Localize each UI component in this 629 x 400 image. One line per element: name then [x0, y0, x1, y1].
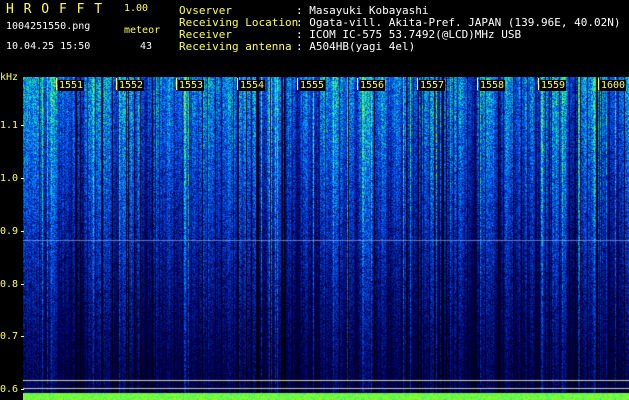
file-name: 1004251550.png	[6, 21, 91, 32]
x-tick-label: 1552	[118, 80, 145, 91]
value-receiver: : ICOM IC-575 53.7492(@LCD)MHz USB	[296, 28, 522, 41]
x-tick-mark	[477, 78, 478, 90]
header-panel: H R O F F T 1.00 1004251550.png 10.04.25…	[0, 0, 629, 78]
x-tick-mark	[357, 78, 358, 90]
app-title: H R O F F T	[6, 2, 104, 17]
spectrogram-plot	[23, 77, 629, 400]
value-observer: : Masayuki Kobayashi	[296, 4, 429, 17]
value-antenna: : A504HB(yagi 4el)	[296, 40, 416, 53]
y-tick-mark	[21, 336, 24, 338]
x-tick-mark	[116, 78, 117, 90]
x-tick-label: 1559	[540, 80, 567, 91]
spectrogram-image	[23, 77, 629, 400]
meteor-count: 43	[140, 41, 153, 52]
x-tick-mark	[598, 78, 599, 90]
app-version: 1.00	[124, 3, 149, 14]
y-tick-mark	[21, 177, 24, 179]
x-tick-label: 1555	[299, 80, 326, 91]
file-datetime: 10.04.25 15:50	[6, 41, 91, 52]
y-axis: kHz 1.1 1.0 0.9 0.8 0.7 0.6	[0, 70, 24, 400]
x-tick-mark	[538, 78, 539, 90]
label-receiver: Receiver	[179, 28, 232, 41]
x-tick-mark	[176, 78, 177, 90]
x-tick-mark	[297, 78, 298, 90]
y-tick-mark	[21, 283, 24, 285]
y-tick-mark	[21, 389, 24, 391]
x-tick-mark	[417, 78, 418, 90]
x-tick-label: 1551	[58, 80, 85, 91]
x-tick-label: 1600	[600, 80, 627, 91]
x-tick-mark	[237, 78, 238, 90]
y-axis-unit-label: kHz	[0, 72, 19, 83]
x-tick-label: 1556	[359, 80, 386, 91]
x-tick-label: 1558	[479, 80, 506, 91]
label-observer: Ovserver	[179, 4, 232, 17]
x-tick-label: 1554	[239, 80, 266, 91]
value-location: : Ogata-vill. Akita-Pref. JAPAN (139.96E…	[296, 16, 621, 29]
hroft-window: H R O F F T 1.00 1004251550.png 10.04.25…	[0, 0, 629, 400]
y-tick-mark	[21, 230, 24, 232]
x-tick-label: 1553	[178, 80, 205, 91]
meteor-label: meteor	[124, 25, 161, 36]
label-location: Receiving Location	[179, 16, 299, 29]
x-tick-mark	[56, 78, 57, 90]
y-tick-mark	[21, 124, 24, 126]
x-tick-label: 1557	[419, 80, 446, 91]
label-antenna: Receiving antenna	[179, 40, 292, 53]
